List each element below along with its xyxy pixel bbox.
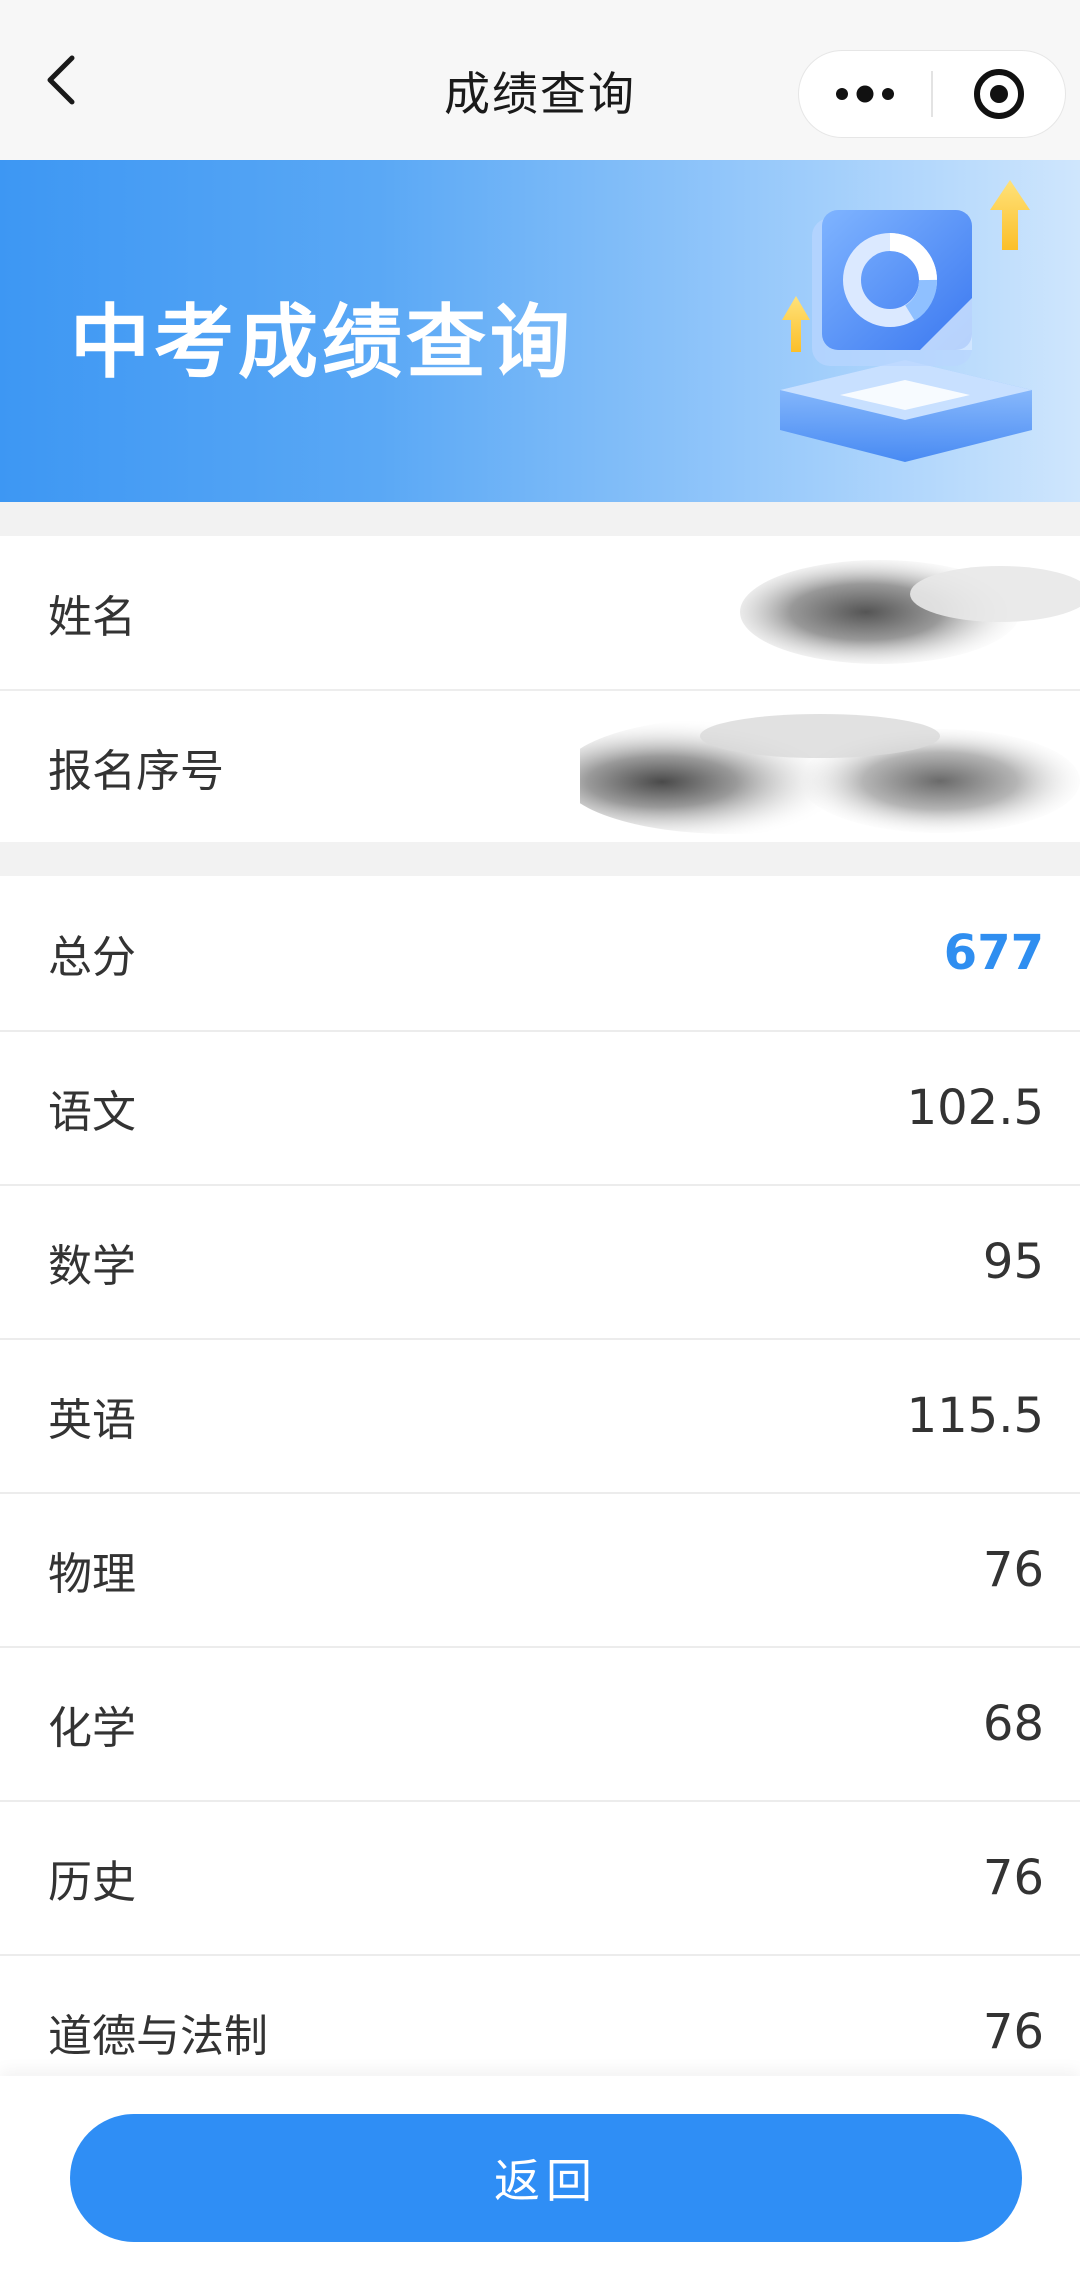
more-dots-icon bbox=[836, 85, 894, 103]
more-button[interactable] bbox=[799, 51, 931, 137]
info-row-registration-number: 报名序号 bbox=[0, 689, 1080, 842]
score-list: 总分 677 语文 102.5 数学 95 英语 115.5 物理 76 化学 … bbox=[0, 876, 1080, 2108]
chevron-left-icon bbox=[47, 55, 75, 105]
total-score-value: 677 bbox=[943, 925, 1044, 981]
score-row-chinese: 语文 102.5 bbox=[0, 1030, 1080, 1184]
score-row-math: 数学 95 bbox=[0, 1184, 1080, 1338]
score-label: 道德与法制 bbox=[48, 2011, 268, 2062]
chart-monitor-illustration bbox=[780, 180, 1032, 462]
banner: 中考成绩查询 bbox=[0, 160, 1080, 502]
score-row-physics: 物理 76 bbox=[0, 1492, 1080, 1646]
info-row-name: 姓名 bbox=[0, 536, 1080, 689]
score-label: 化学 bbox=[48, 1703, 136, 1754]
bottom-bar: 返回 bbox=[0, 2076, 1080, 2275]
score-row-english: 英语 115.5 bbox=[0, 1338, 1080, 1492]
return-button[interactable]: 返回 bbox=[70, 2114, 1022, 2242]
score-row-chemistry: 化学 68 bbox=[0, 1646, 1080, 1800]
score-value: 115.5 bbox=[906, 1388, 1044, 1444]
registration-number-label: 报名序号 bbox=[48, 745, 224, 797]
close-miniprogram-button[interactable] bbox=[933, 51, 1065, 137]
score-value: 76 bbox=[982, 1542, 1044, 1598]
score-label: 英语 bbox=[48, 1395, 136, 1446]
score-value: 76 bbox=[982, 2004, 1044, 2060]
score-label: 物理 bbox=[48, 1549, 136, 1600]
redacted-name bbox=[740, 560, 1080, 664]
back-button[interactable] bbox=[30, 50, 90, 110]
score-row-history: 历史 76 bbox=[0, 1800, 1080, 1954]
score-value: 102.5 bbox=[906, 1080, 1044, 1136]
score-value: 76 bbox=[982, 1850, 1044, 1906]
score-label: 数学 bbox=[48, 1241, 136, 1292]
score-label: 历史 bbox=[48, 1857, 136, 1908]
score-row-total: 总分 677 bbox=[0, 876, 1080, 1030]
target-circle-icon bbox=[973, 69, 1024, 119]
score-label: 总分 bbox=[48, 932, 136, 983]
name-label: 姓名 bbox=[48, 591, 136, 643]
score-value: 68 bbox=[982, 1696, 1044, 1752]
score-label: 语文 bbox=[48, 1087, 136, 1138]
redacted-registration-number bbox=[580, 714, 1080, 834]
nav-bar: 成绩查询 bbox=[0, 0, 1080, 160]
banner-title: 中考成绩查询 bbox=[70, 296, 574, 389]
mini-program-capsule bbox=[798, 50, 1066, 138]
score-value: 95 bbox=[982, 1234, 1044, 1290]
student-info-card: 姓名 报名序号 bbox=[0, 536, 1080, 842]
